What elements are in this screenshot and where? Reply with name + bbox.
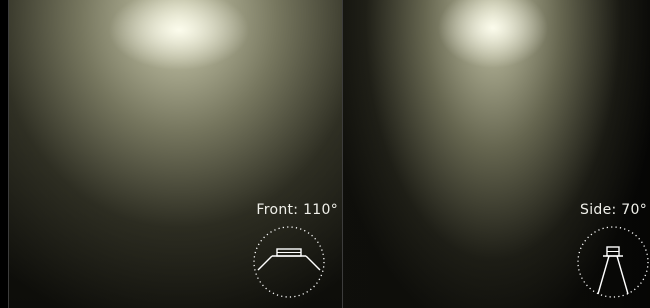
wide-beam-angle-icon (252, 225, 326, 299)
side-view-panel: Side: 70° (342, 0, 650, 308)
front-angle-label: Front: 110° (256, 202, 338, 218)
beam-angle-comparison: Front: 110° Side: 70° (0, 0, 650, 308)
narrow-beam-angle-icon (576, 225, 650, 299)
front-view-panel: Front: 110° (8, 0, 342, 308)
side-angle-label: Side: 70° (580, 202, 647, 218)
